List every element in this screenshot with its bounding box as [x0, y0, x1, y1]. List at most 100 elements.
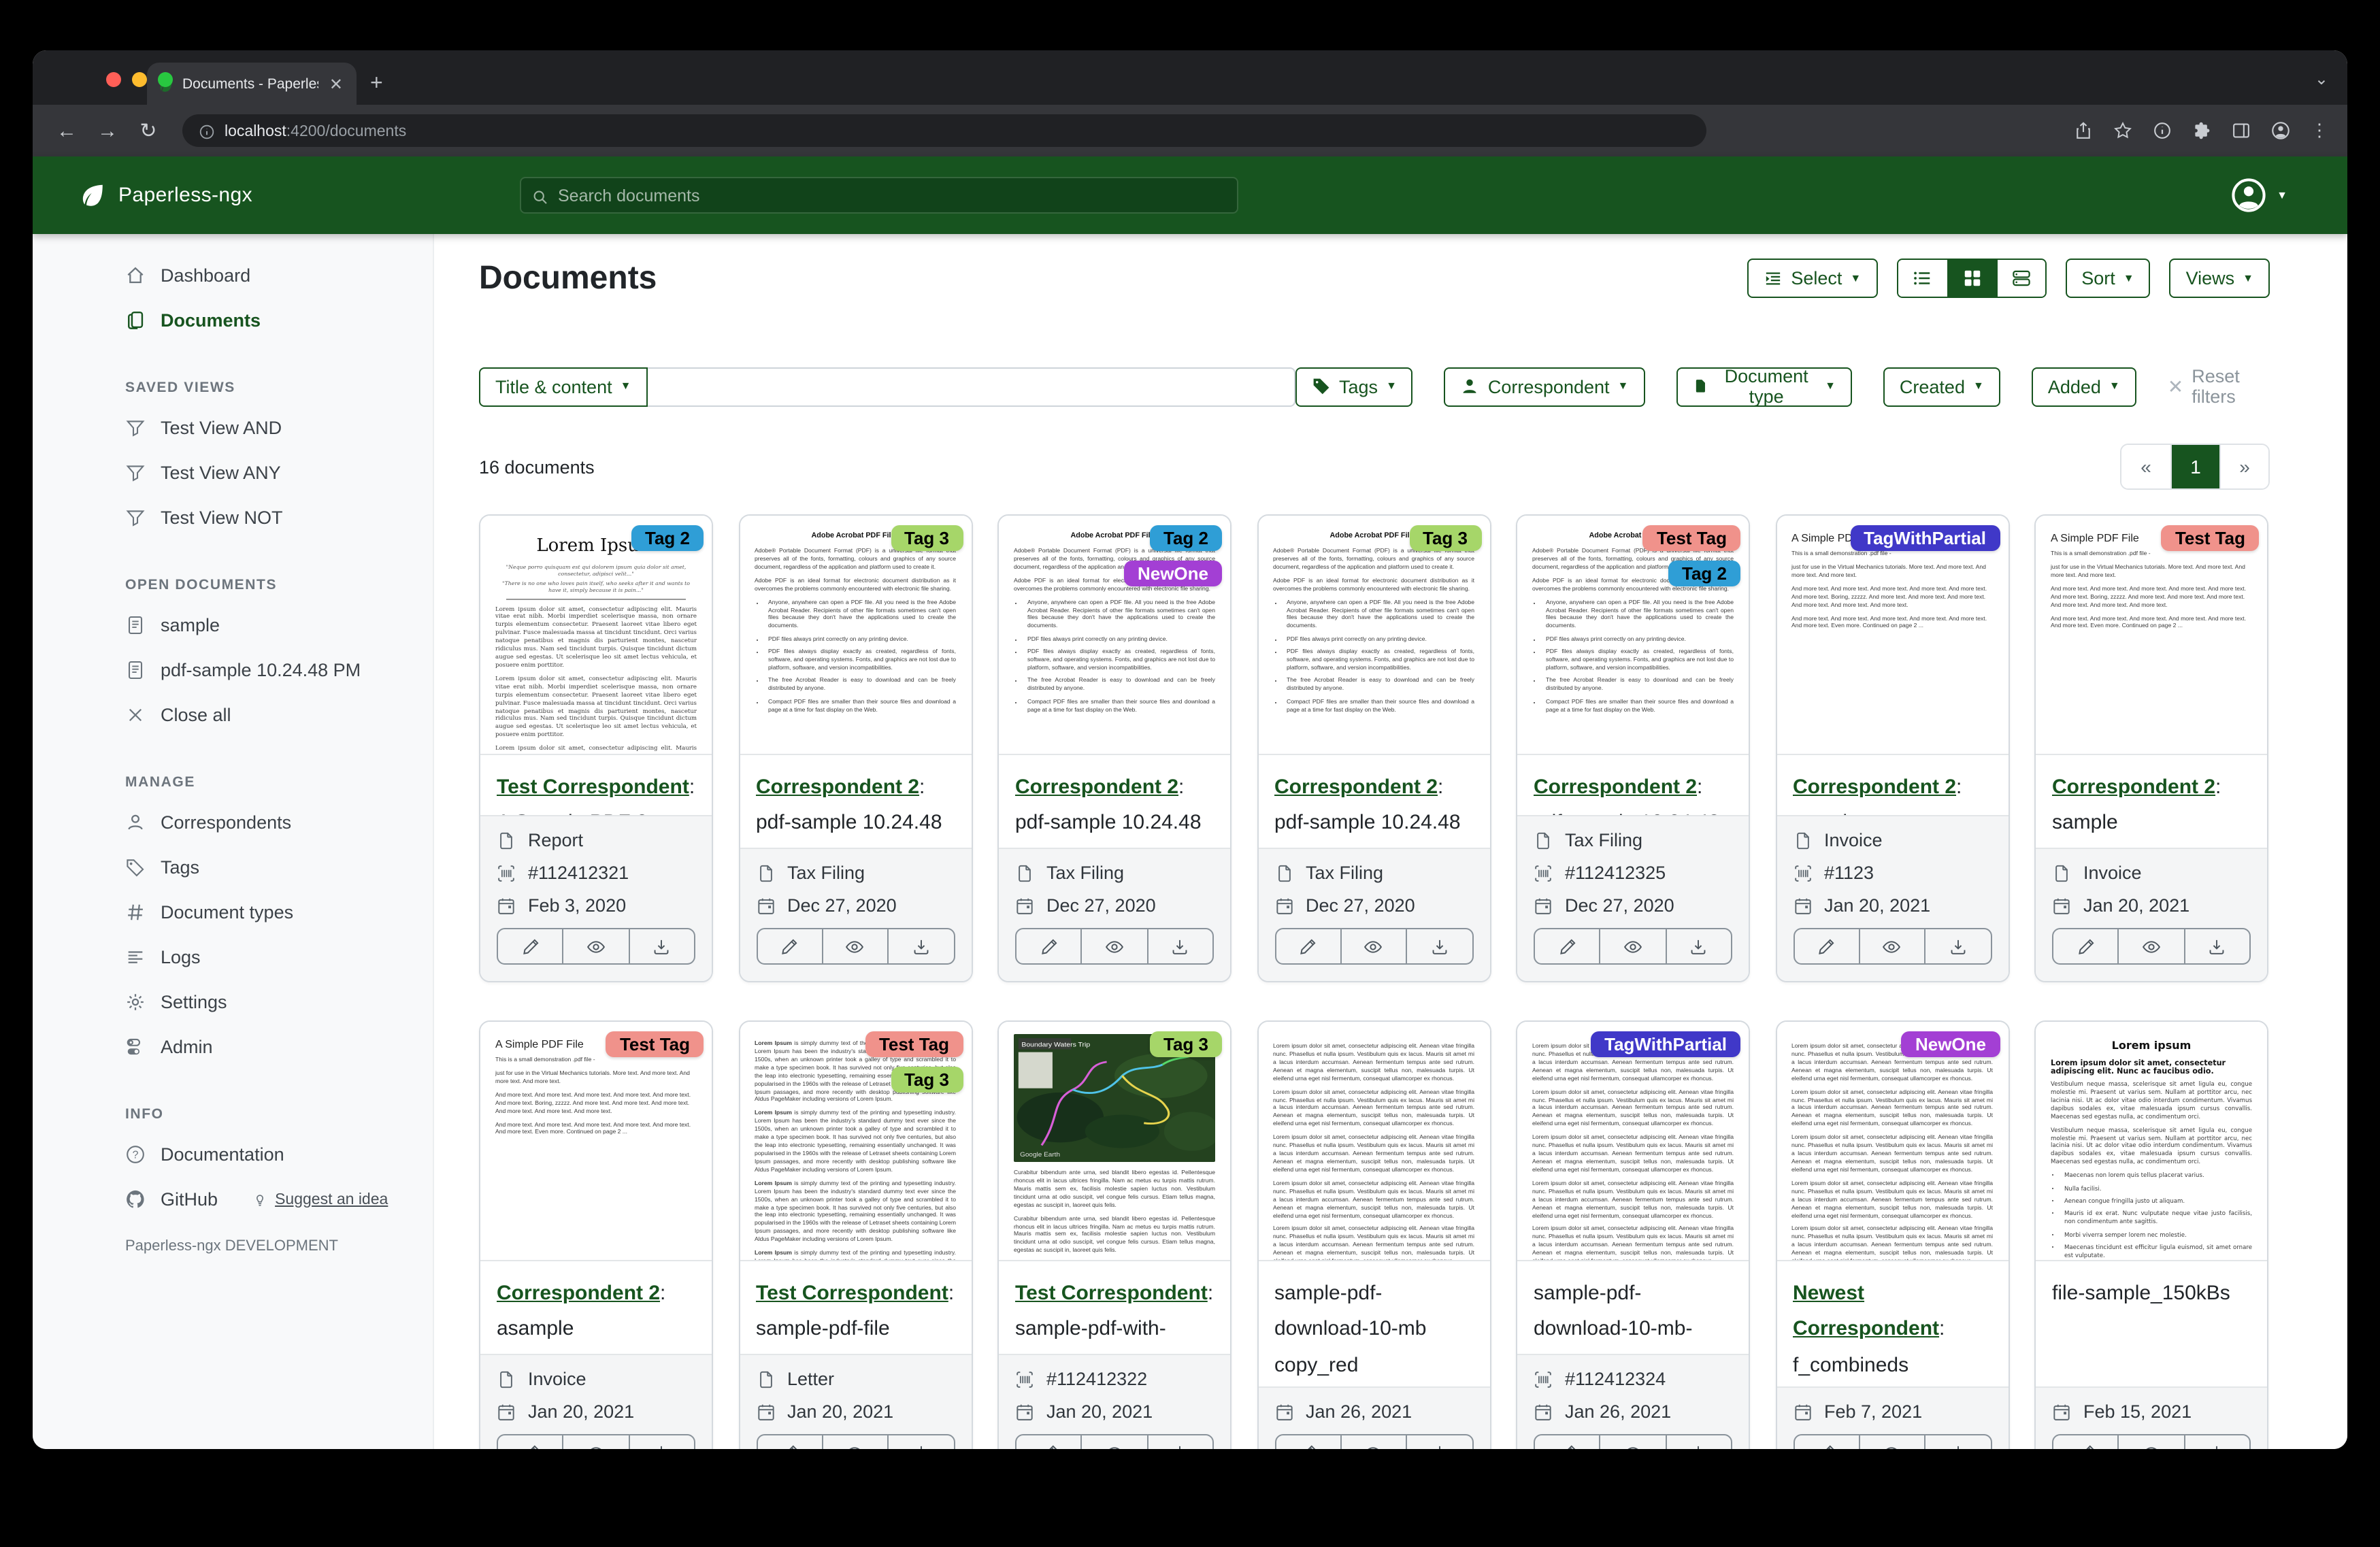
edit-button[interactable]	[1794, 929, 1859, 963]
sidebar-item-test-view-and[interactable]: Test View AND	[33, 405, 434, 450]
download-button[interactable]	[2183, 1435, 2249, 1449]
tags-filter-button[interactable]: Tags▼	[1295, 367, 1413, 406]
document-preview[interactable]: Lorem Ipsum is simply dummy text of the …	[740, 1022, 971, 1261]
app-brand[interactable]: Paperless-ngx	[79, 182, 252, 209]
tag-pill-tag2[interactable]: Tag 2	[1668, 561, 1740, 586]
back-button[interactable]: ←	[52, 119, 82, 142]
correspondent-link[interactable]: Correspondent 2	[1534, 776, 1697, 799]
share-icon[interactable]	[2074, 121, 2093, 140]
sidebar-item-dashboard[interactable]: Dashboard	[33, 253, 434, 298]
edit-button[interactable]	[1017, 1435, 1081, 1449]
browser-tab[interactable]: Documents - Paperless-ngx ✕	[147, 63, 357, 105]
sidebar-item-logs[interactable]: Logs	[33, 935, 434, 980]
sidebar-item-sample[interactable]: sample	[33, 603, 434, 648]
tag-pill-newone[interactable]: NewOne	[1124, 561, 1222, 586]
correspondent-link[interactable]: Newest Correspondent	[1793, 1282, 1939, 1341]
correspondent-link[interactable]: Correspondent 2	[1274, 776, 1438, 799]
document-preview[interactable]: A Simple PDF FileThis is a small demonst…	[2036, 516, 2267, 755]
detail-view-button[interactable]	[1996, 260, 2045, 297]
tag-pill-newone[interactable]: NewOne	[1902, 1031, 2000, 1057]
document-preview[interactable]: Adobe Acrobat PDF FilesAdobe® Portable D…	[999, 516, 1230, 755]
document-card[interactable]: Adobe Acrobat PDF FilesAdobe® Portable D…	[1257, 514, 1491, 982]
view-button[interactable]	[1081, 929, 1147, 963]
address-bar[interactable]: localhost:4200/documents	[182, 114, 1706, 147]
document-preview[interactable]: A Simple PDF FileThis is a small demonst…	[480, 1022, 712, 1261]
select-button[interactable]: Select▼	[1747, 259, 1877, 298]
filter-text-input[interactable]	[647, 367, 1295, 406]
sidebar-item-documentation[interactable]: ?Documentation	[33, 1132, 434, 1177]
document-preview[interactable]: Lorem ipsum dolor sit amet, consectetur …	[1258, 1022, 1489, 1261]
document-card[interactable]: Lorem ipsum dolor sit amet, consectetur …	[1257, 1020, 1491, 1449]
download-button[interactable]	[628, 929, 694, 963]
download-button[interactable]	[1406, 929, 1472, 963]
browser-info-icon[interactable]	[2153, 121, 2172, 140]
document-preview[interactable]: Adobe Acrobat PDF FilesAdobe® Portable D…	[1517, 516, 1749, 755]
sidebar-item-close-all[interactable]: Close all	[33, 693, 434, 737]
sort-button[interactable]: Sort▼	[2065, 259, 2150, 298]
edit-button[interactable]	[1794, 1435, 1859, 1449]
view-button[interactable]	[563, 929, 629, 963]
download-button[interactable]	[1146, 929, 1212, 963]
tab-close-icon[interactable]: ✕	[327, 76, 346, 92]
document-card[interactable]: Adobe Acrobat PDF FilesAdobe® Portable D…	[1516, 514, 1750, 982]
window-zoom-button[interactable]	[158, 72, 173, 87]
correspondent-link[interactable]: Test Correspondent	[1015, 1282, 1208, 1305]
download-button[interactable]	[2183, 929, 2249, 963]
sidebar-item-admin[interactable]: Admin	[33, 1025, 434, 1069]
document-card[interactable]: Boundary Waters TripGoogle EarthCurabitu…	[997, 1020, 1232, 1449]
current-page[interactable]: 1	[2170, 445, 2219, 488]
sidebar-item-test-view-not[interactable]: Test View NOT	[33, 495, 434, 540]
view-button[interactable]	[1081, 1435, 1147, 1449]
document-card[interactable]: A Simple PDF FileThis is a small demonst…	[1775, 514, 2009, 982]
reload-button[interactable]: ↻	[133, 118, 163, 143]
document-card[interactable]: Lorem Ipsum is simply dummy text of the …	[738, 1020, 972, 1449]
side-panel-icon[interactable]	[2232, 121, 2251, 140]
edit-button[interactable]	[1017, 929, 1081, 963]
view-button[interactable]	[1340, 929, 1406, 963]
search-input[interactable]	[558, 186, 1226, 205]
forward-button[interactable]: →	[93, 119, 122, 142]
sidebar-item-document-types[interactable]: Document types	[33, 890, 434, 935]
user-menu[interactable]: ▼	[2230, 177, 2287, 214]
view-button[interactable]	[822, 1435, 888, 1449]
correspondent-filter-button[interactable]: Correspondent▼	[1444, 367, 1644, 406]
edit-button[interactable]	[2053, 1435, 2118, 1449]
view-button[interactable]	[1859, 1435, 1925, 1449]
document-card[interactable]: A Simple PDF FileThis is a small demonst…	[479, 1020, 713, 1449]
tag-pill-tag2[interactable]: Tag 2	[1150, 525, 1222, 551]
browser-menu-icon[interactable]: ⋮	[2311, 120, 2328, 142]
extensions-puzzle-icon[interactable]	[2192, 121, 2211, 140]
suggest-an-idea-link[interactable]: Suggest an idea	[252, 1191, 388, 1208]
document-card[interactable]: Adobe Acrobat PDF FilesAdobe® Portable D…	[738, 514, 972, 982]
tag-pill-tag3[interactable]: Tag 3	[891, 525, 963, 551]
view-button[interactable]	[1600, 929, 1666, 963]
document-card[interactable]: Lorem ipsumLorem ipsum dolor sit amet, c…	[2034, 1020, 2268, 1449]
edit-button[interactable]	[1535, 1435, 1600, 1449]
sidebar-item-test-view-any[interactable]: Test View ANY	[33, 450, 434, 495]
edit-button[interactable]	[498, 1435, 563, 1449]
view-button[interactable]	[1600, 1435, 1666, 1449]
tab-search-chevron-icon[interactable]: ⌄	[2315, 69, 2328, 88]
edit-button[interactable]	[757, 1435, 822, 1449]
profile-icon[interactable]	[2271, 121, 2290, 140]
next-page-button[interactable]: »	[2219, 445, 2268, 488]
views-button[interactable]: Views▼	[2170, 259, 2270, 298]
created-filter-button[interactable]: Created▼	[1883, 367, 2000, 406]
correspondent-link[interactable]: Test Correspondent	[756, 1282, 948, 1305]
window-close-button[interactable]	[106, 72, 121, 87]
edit-button[interactable]	[1276, 929, 1340, 963]
correspondent-link[interactable]: Correspondent 2	[1015, 776, 1178, 799]
download-button[interactable]	[1146, 1435, 1212, 1449]
download-button[interactable]	[1665, 929, 1731, 963]
download-button[interactable]	[628, 1435, 694, 1449]
tag-pill-testtag[interactable]: Test Tag	[865, 1031, 963, 1057]
site-info-icon[interactable]	[199, 122, 215, 139]
tag-pill-testtag[interactable]: Test Tag	[1643, 525, 1740, 551]
edit-button[interactable]	[1276, 1435, 1340, 1449]
bookmark-star-icon[interactable]	[2113, 121, 2132, 140]
correspondent-link[interactable]: Test Correspondent	[497, 776, 689, 799]
edit-button[interactable]	[2053, 929, 2118, 963]
reset-filters-button[interactable]: ✕ Reset filters	[2168, 366, 2270, 407]
document-preview[interactable]: Lorem Ipsum"Neque porro quisquam est qui…	[480, 516, 712, 755]
view-button[interactable]	[563, 1435, 629, 1449]
